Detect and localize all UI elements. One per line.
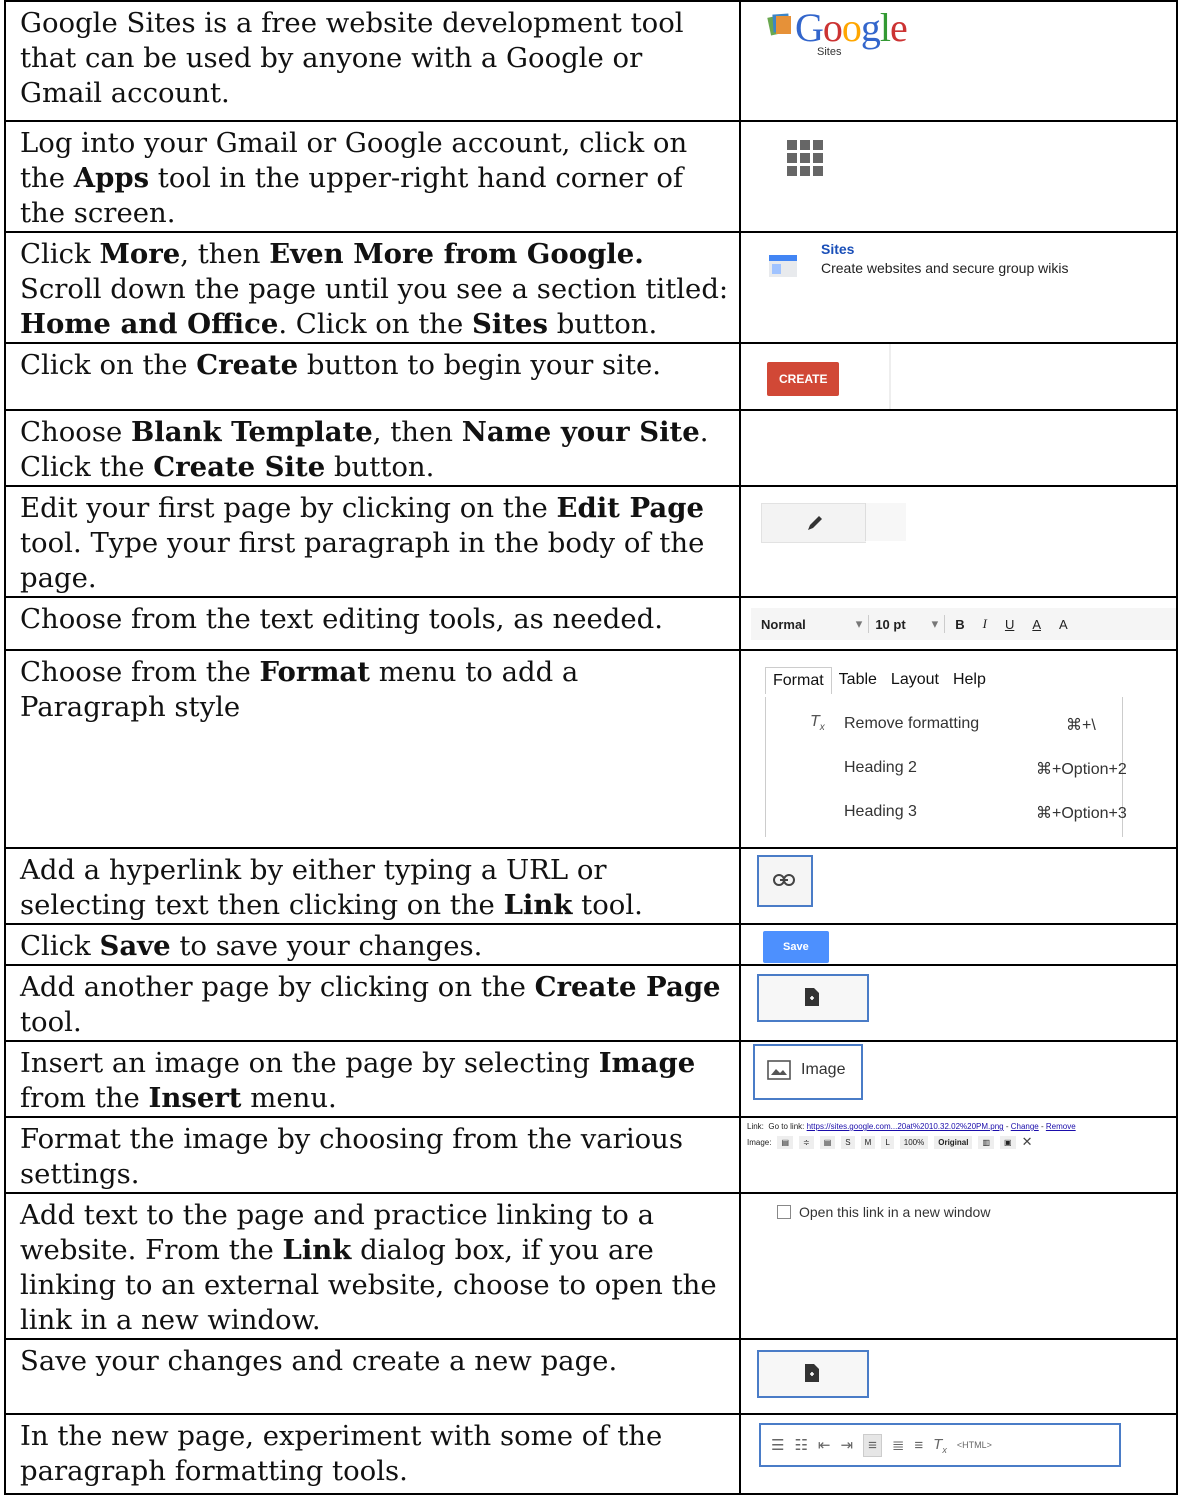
row-text-16: In the new page, experiment with some of… [20,1420,663,1487]
change-link[interactable]: Change [1011,1122,1039,1131]
menu-item-remove-formatting[interactable]: Remove formatting [844,715,979,733]
menu-layout[interactable]: Layout [884,667,946,694]
image-label: Image [801,1061,846,1078]
divider [889,345,891,408]
wrap-on-icon[interactable]: ▥ [978,1135,995,1149]
highlight-button[interactable]: A [1059,617,1068,632]
size-original-button[interactable]: Original [934,1135,973,1149]
text-edit-toolbar: Normal ▾ 10 pt ▾ B I U A A [751,608,1175,640]
shortcut-heading-3: ⌘+Option+3 [1036,805,1127,822]
remove-link[interactable]: Remove [1046,1122,1076,1131]
row-text-4: Click on the Create button to begin your… [20,349,662,381]
size-small-button[interactable]: S [841,1135,855,1149]
row-text-10: Click Save to save your changes. [20,930,483,962]
row-text-15: Save your changes and create a new page. [20,1345,618,1377]
style-select[interactable]: Normal [761,617,806,632]
indent-icon[interactable]: ⇥ [840,1436,853,1454]
format-menu-panel: Tx Remove formatting ⌘+\ Heading 2 ⌘+Opt… [765,697,1127,837]
wrap-off-icon[interactable]: ▣ [1000,1135,1016,1149]
insert-image-button[interactable]: Image [753,1044,863,1100]
link-button[interactable] [757,855,813,907]
align-center-icon[interactable]: ≣ [892,1436,905,1454]
new-window-checkbox[interactable] [777,1205,791,1219]
row-text-6: Edit your first page by clicking on the … [20,492,705,594]
row-text-7: Choose from the text editing tools, as n… [20,603,663,635]
align-left-icon[interactable]: ▤ [777,1135,794,1149]
image-icon [767,1060,791,1080]
size-select[interactable]: 10 pt [875,617,905,632]
bulleted-list-icon[interactable]: ☷ [794,1436,807,1454]
save-button[interactable]: Save [763,931,829,963]
menu-table[interactable]: Table [832,667,884,694]
text-color-button[interactable]: A [1032,617,1041,632]
italic-button[interactable]: I [983,616,987,632]
format-menu: Format Table Layout Help Tx Remove forma… [765,667,1127,837]
create-button[interactable]: CREATE [767,362,840,396]
sites-description: Create websites and secure group wikis [821,260,1069,276]
menu-item-heading-3[interactable]: Heading 3 [844,803,917,821]
sites-app-icon [769,255,797,277]
size-100-button[interactable]: 100% [899,1135,929,1149]
google-sites-logo: Google Sites [742,3,1175,119]
pencil-icon [808,516,822,530]
apps-grid-icon [787,140,823,176]
row-text-9: Add a hyperlink by either typing a URL o… [20,854,643,921]
row-text-8: Choose from the Format menu to add a Par… [20,656,579,723]
align-left-icon[interactable]: ≡ [863,1433,882,1457]
row-text-1: Google Sites is a free website developme… [20,7,684,109]
link-icon [773,874,795,886]
image-url-link[interactable]: https://sites.google.com...20at%2010.32.… [807,1122,1004,1131]
size-medium-button[interactable]: M [860,1135,876,1149]
row-text-13: Format the image by choosing from the va… [20,1123,684,1190]
new-page-icon [805,1364,819,1382]
new-window-label: Open this link in a new window [799,1204,991,1220]
bold-button[interactable]: B [955,617,964,632]
size-large-button[interactable]: L [881,1135,894,1149]
shortcut-remove-formatting: ⌘+\ [1066,717,1096,734]
row-text-14: Add text to the page and practice linkin… [20,1199,717,1336]
row-text-5: Choose Blank Template, then Name your Si… [20,416,709,483]
edit-button-edge [865,503,906,541]
image-settings-bar: Link: Go to link: https://sites.google.c… [747,1122,1076,1150]
row-text-3: Click More, then Even More from Google. … [20,238,729,340]
new-window-option[interactable]: Open this link in a new window [777,1204,990,1220]
clear-format-icon[interactable]: Tx [933,1436,947,1455]
align-right-icon[interactable]: ▤ [819,1135,836,1149]
sites-title: Sites [821,241,855,257]
underline-button[interactable]: U [1005,617,1014,632]
image-field-label: Image: [747,1137,772,1147]
clear-format-icon: Tx [810,713,825,734]
chevron-down-icon: ▾ [855,616,863,631]
logo-wordmark: Google [795,5,908,50]
instruction-table: Google Sites is a free website developme… [4,0,1178,1495]
align-center-icon[interactable]: ≑ [799,1135,814,1149]
menu-item-heading-2[interactable]: Heading 2 [844,759,917,777]
create-page-button[interactable] [757,1350,869,1398]
new-page-icon [805,988,819,1006]
menu-format[interactable]: Format [765,667,832,694]
link-field-label: Link: [747,1122,764,1131]
row-text-2: Log into your Gmail or Google account, c… [20,127,688,229]
paragraph-format-toolbar: ☰ ☷ ⇤ ⇥ ≡ ≣ ≡ Tx <HTML> [759,1423,1121,1467]
create-page-button[interactable] [757,974,869,1022]
logo-sub: Sites [817,46,842,58]
menu-help[interactable]: Help [946,667,993,694]
close-icon[interactable]: ✕ [1022,1134,1033,1150]
align-right-icon[interactable]: ≡ [914,1437,923,1454]
outdent-icon[interactable]: ⇤ [818,1436,831,1454]
numbered-list-icon[interactable]: ☰ [771,1436,784,1454]
sites-logo-icon [767,13,791,36]
shortcut-heading-2: ⌘+Option+2 [1036,761,1127,778]
html-button[interactable]: <HTML> [957,1440,992,1450]
row-text-12: Insert an image on the page by selecting… [20,1047,696,1114]
go-to-label: Go to link: [768,1122,805,1131]
menu-bar: Format Table Layout Help [765,667,1125,694]
row-text-11: Add another page by clicking on the Crea… [20,971,721,1038]
edit-page-button[interactable] [761,503,866,543]
chevron-down-icon: ▾ [931,616,939,631]
